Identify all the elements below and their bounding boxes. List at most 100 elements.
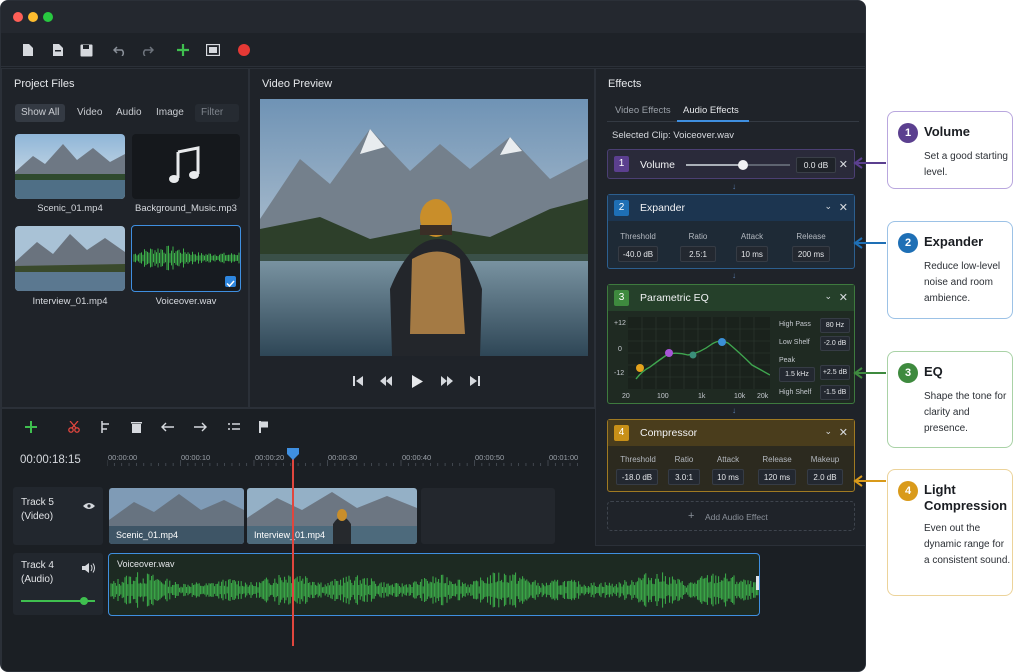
tab-audio[interactable]: Audio <box>110 104 148 122</box>
filter-input[interactable]: Filter <box>195 104 239 122</box>
undo-icon[interactable] <box>111 42 129 58</box>
playhead-handle[interactable] <box>287 447 299 465</box>
media-thumbnail-scenic[interactable] <box>15 134 125 199</box>
param-value[interactable]: 2.0 dB <box>807 469 843 485</box>
volume-value-field[interactable]: 0.0 dB <box>796 157 836 173</box>
new-file-icon[interactable] <box>19 42 37 58</box>
param-value[interactable]: 200 ms <box>792 246 830 262</box>
move-left-icon[interactable] <box>159 419 177 435</box>
close-icon[interactable]: ✕ <box>839 201 848 214</box>
music-note-icon <box>169 146 200 183</box>
track-header-audio[interactable]: Track 4 (Audio) <box>13 553 103 615</box>
track-header-video[interactable]: Track 5 (Video) <box>13 487 103 545</box>
add-audio-effect-button[interactable]: + Add Audio Effect <box>607 501 855 531</box>
play-icon[interactable] <box>409 373 425 389</box>
param-value[interactable]: 10 ms <box>712 469 744 485</box>
eq-band-high-shelf <box>718 338 726 346</box>
export-icon[interactable] <box>204 42 222 58</box>
tab-show-all[interactable]: Show All <box>15 104 66 122</box>
eq-band-value[interactable]: -2.0 dB <box>820 336 850 351</box>
add-icon[interactable] <box>174 42 192 58</box>
volume-slider-knob[interactable] <box>738 160 749 170</box>
save-icon[interactable] <box>77 42 95 58</box>
param-value[interactable]: 3.0:1 <box>668 469 700 485</box>
clip-label: Scenic_01.mp4 <box>116 530 179 540</box>
effect-volume[interactable]: 1 Volume 0.0 dB ✕ <box>607 149 855 179</box>
callout-description: Reduce low-level noise and room ambience… <box>924 261 1001 304</box>
maximize-window-button[interactable] <box>43 12 53 22</box>
split-icon[interactable] <box>96 419 114 435</box>
checkbox-selected-icon[interactable] <box>225 276 236 288</box>
playhead-line <box>292 456 294 646</box>
clip-trim-handle[interactable] <box>756 576 759 590</box>
effect-header: 2 Expander ⌄ ✕ <box>608 195 854 221</box>
effect-expander[interactable]: 2 Expander ⌄ ✕ Threshold Ratio Attack Re… <box>607 194 855 269</box>
effect-name: Volume <box>640 159 676 171</box>
open-file-icon[interactable] <box>49 42 67 58</box>
scissors-icon[interactable] <box>65 419 83 435</box>
tick-label: 00:00:50 <box>475 453 505 462</box>
effect-compressor[interactable]: 4 Compressor ⌄ ✕ Threshold Ratio Attack … <box>607 419 855 492</box>
timeline-clip-audio[interactable]: Voiceover.wav <box>108 553 760 616</box>
delete-icon[interactable] <box>127 419 145 435</box>
eq-x-label: 1k <box>698 393 706 400</box>
main-toolbar <box>1 33 865 67</box>
eq-x-label: 10k <box>734 393 746 400</box>
skip-to-start-icon[interactable] <box>350 373 366 389</box>
tab-image[interactable]: Image <box>150 104 190 122</box>
eq-band-gain[interactable]: +2.5 dB <box>820 365 850 380</box>
close-icon[interactable]: ✕ <box>839 426 848 439</box>
list-icon[interactable] <box>225 419 243 435</box>
tick-label: 00:00:30 <box>328 453 358 462</box>
track-name: Track 5 <box>21 497 54 508</box>
video-frame[interactable] <box>260 99 588 356</box>
param-value[interactable]: 10 ms <box>736 246 768 262</box>
param-value[interactable]: -18.0 dB <box>616 469 658 485</box>
minimize-window-button[interactable] <box>28 12 38 22</box>
timeline-clip-video[interactable]: Interview_01.mp4 <box>247 488 417 544</box>
eq-band-value[interactable]: 80 Hz <box>820 318 850 333</box>
timeline-clip-video[interactable]: Scenic_01.mp4 <box>109 488 244 544</box>
timecode-display: 00:00:18:15 <box>20 454 81 466</box>
eye-icon[interactable] <box>83 497 95 515</box>
timeline-empty-slot[interactable] <box>421 488 555 544</box>
callout-number: 2 <box>898 233 918 253</box>
callout-description: Shape the tone for clarity and presence. <box>924 391 1007 434</box>
tab-video[interactable]: Video <box>71 104 108 122</box>
redo-icon[interactable] <box>138 42 156 58</box>
effect-name: Expander <box>640 202 685 214</box>
tick-label: 00:00:20 <box>255 453 285 462</box>
chevron-down-icon[interactable]: ⌄ <box>824 201 832 212</box>
speaker-icon[interactable] <box>82 560 95 578</box>
media-thumbnail-interview[interactable] <box>15 226 125 291</box>
media-thumbnail-music[interactable] <box>132 134 240 199</box>
fast-forward-icon[interactable] <box>439 373 455 389</box>
tick-label: 00:00:00 <box>108 453 138 462</box>
eq-band-value[interactable]: -1.5 dB <box>820 385 850 400</box>
tab-audio-effects[interactable]: Audio Effects <box>683 105 739 116</box>
move-right-icon[interactable] <box>191 419 209 435</box>
param-value[interactable]: -40.0 dB <box>618 246 658 262</box>
eq-graph[interactable] <box>628 317 771 389</box>
marker-icon[interactable] <box>255 419 273 435</box>
media-thumbnail-voiceover[interactable] <box>131 225 241 292</box>
chevron-down-icon[interactable]: ⌄ <box>824 291 832 302</box>
chevron-down-icon[interactable]: ⌄ <box>824 426 832 437</box>
track-volume-knob[interactable] <box>79 597 88 605</box>
skip-to-end-icon[interactable] <box>467 373 483 389</box>
param-value[interactable]: 2.5:1 <box>680 246 716 262</box>
eq-band-low-shelf <box>665 349 673 357</box>
rewind-icon[interactable] <box>378 373 394 389</box>
record-icon[interactable] <box>235 42 253 58</box>
eq-band-label: High Shelf <box>779 389 812 396</box>
add-track-icon[interactable] <box>22 419 40 435</box>
close-icon[interactable]: ✕ <box>839 291 848 304</box>
tab-video-effects[interactable]: Video Effects <box>615 105 671 116</box>
eq-band-value[interactable]: 1.5 kHz <box>779 367 815 382</box>
media-label: Background_Music.mp3 <box>135 203 237 214</box>
close-icon[interactable]: ✕ <box>839 158 848 171</box>
effect-parametric-eq[interactable]: 3 Parametric EQ ⌄ ✕ +12 0 -12 20 100 1k … <box>607 284 855 404</box>
param-value[interactable]: 120 ms <box>758 469 796 485</box>
effect-number: 3 <box>614 290 629 306</box>
close-window-button[interactable] <box>13 12 23 22</box>
